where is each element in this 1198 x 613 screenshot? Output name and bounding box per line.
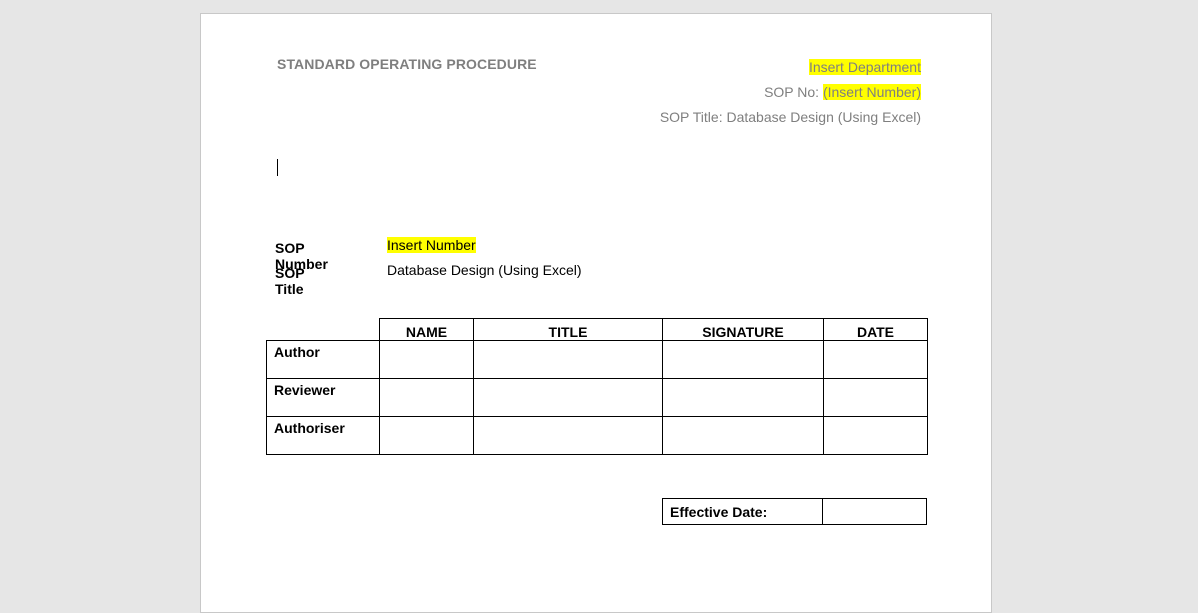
header-sop-title-line: SOP Title: Database Design (Using Excel) bbox=[659, 109, 921, 125]
header-sop-no-line: SOP No: (Insert Number) bbox=[660, 80, 921, 105]
header-sop-no-value[interactable]: (Insert Number) bbox=[822, 84, 921, 100]
column-header-signature: SIGNATURE bbox=[662, 318, 824, 341]
authoriser-name-cell[interactable] bbox=[379, 416, 474, 455]
row-label-reviewer: Reviewer bbox=[266, 378, 380, 417]
table-row-reviewer: Reviewer bbox=[266, 378, 928, 417]
reviewer-title-cell[interactable] bbox=[473, 378, 663, 417]
authoriser-date-cell[interactable] bbox=[823, 416, 928, 455]
authoriser-signature-cell[interactable] bbox=[662, 416, 824, 455]
signature-table: NAME TITLE SIGNATURE DATE Author Reviewe… bbox=[266, 318, 928, 455]
header-title: STANDARD OPERATING PROCEDURE bbox=[277, 56, 537, 72]
reviewer-signature-cell[interactable] bbox=[662, 378, 824, 417]
header-right-block: Insert Department SOP No: (Insert Number… bbox=[660, 55, 921, 130]
header-blank-cell bbox=[266, 318, 380, 341]
effective-date-value[interactable] bbox=[822, 498, 927, 525]
header-sop-no-label: SOP No: bbox=[764, 84, 823, 100]
header-department-line: Insert Department bbox=[660, 55, 921, 80]
reviewer-date-cell[interactable] bbox=[823, 378, 928, 417]
sop-title-value[interactable]: Database Design (Using Excel) bbox=[387, 262, 582, 278]
effective-date-label: Effective Date: bbox=[662, 498, 823, 525]
authoriser-title-cell[interactable] bbox=[473, 416, 663, 455]
document-page[interactable]: STANDARD OPERATING PROCEDURE Insert Depa… bbox=[200, 13, 992, 613]
author-signature-cell[interactable] bbox=[662, 340, 824, 379]
table-row-author: Author bbox=[266, 340, 928, 379]
sop-title-label: SOP Title bbox=[275, 265, 305, 297]
effective-date-table: Effective Date: bbox=[662, 498, 927, 525]
column-header-name: NAME bbox=[379, 318, 474, 341]
table-row-authoriser: Authoriser bbox=[266, 416, 928, 455]
effective-date-row: Effective Date: bbox=[662, 498, 927, 525]
author-title-cell[interactable] bbox=[473, 340, 663, 379]
author-date-cell[interactable] bbox=[823, 340, 928, 379]
column-header-title: TITLE bbox=[473, 318, 663, 341]
reviewer-name-cell[interactable] bbox=[379, 378, 474, 417]
header-department[interactable]: Insert Department bbox=[808, 59, 921, 75]
row-label-author: Author bbox=[266, 340, 380, 379]
signature-table-header: NAME TITLE SIGNATURE DATE bbox=[266, 318, 928, 341]
column-header-date: DATE bbox=[823, 318, 928, 341]
author-name-cell[interactable] bbox=[379, 340, 474, 379]
row-label-authoriser: Authoriser bbox=[266, 416, 380, 455]
sop-number-value[interactable]: Insert Number bbox=[387, 237, 476, 253]
text-cursor bbox=[277, 159, 278, 176]
